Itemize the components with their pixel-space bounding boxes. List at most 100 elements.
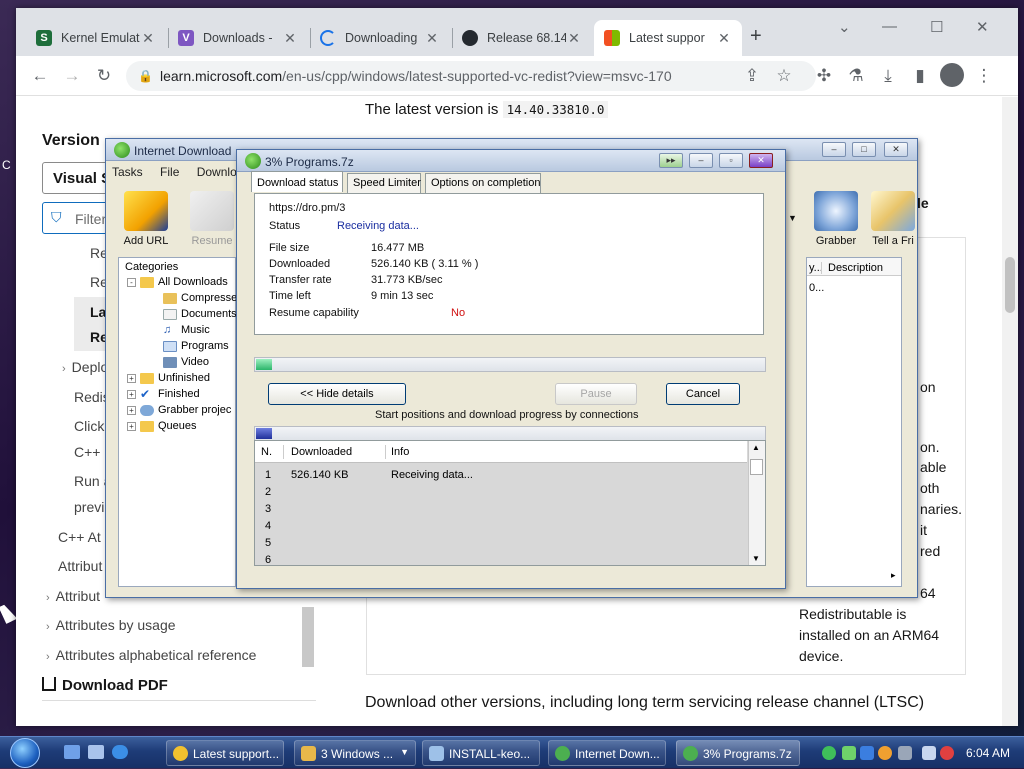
group-dropdown-icon[interactable]: ▼ (400, 747, 409, 757)
side-panel-icon[interactable]: ▮ (908, 64, 932, 88)
category-queues[interactable]: + Queues (127, 420, 197, 432)
back-icon[interactable]: ← (28, 64, 52, 88)
category-music[interactable]: ♫ Music (163, 324, 210, 336)
add-url-button[interactable]: Add URL (116, 191, 176, 247)
grabber-button[interactable]: Grabber (804, 191, 868, 247)
minimize-button[interactable]: — (882, 18, 897, 35)
category-grabber-projects[interactable]: + Grabber projec (127, 404, 231, 416)
column-header-description[interactable]: Description (821, 262, 883, 274)
dialog-title-bar[interactable]: 3% Programs.7z ▸▸ – ▫ ✕ (237, 150, 785, 172)
column-header-n[interactable]: N. (261, 446, 272, 458)
network-tray-icon[interactable] (842, 746, 856, 760)
tab-speed-limiter[interactable]: Speed Limiter (347, 173, 421, 193)
tell-a-friend-button[interactable]: Tell a Fri (868, 191, 918, 247)
scrollbar-thumb[interactable] (1005, 257, 1015, 313)
extensions-icon[interactable]: ✣ (812, 64, 836, 88)
switch-windows-icon[interactable] (88, 745, 104, 759)
column-header-downloaded[interactable]: Downloaded (291, 446, 352, 458)
menu-file[interactable]: File (160, 165, 179, 179)
play-icon[interactable]: ▸▸ (659, 153, 683, 168)
scroll-right-icon[interactable]: ▸ (891, 570, 896, 581)
expand-icon[interactable]: + (127, 373, 136, 383)
close-button[interactable]: ✕ (884, 142, 908, 157)
category-documents[interactable]: Documents (163, 308, 237, 320)
address-bar[interactable]: 🔒 learn.microsoft.com/en-us/cpp/windows/… (126, 61, 816, 91)
menu-icon[interactable]: ⋮ (972, 64, 996, 88)
taskbar-item-progress[interactable]: 3% Programs.7z (676, 740, 800, 766)
restore-button[interactable]: ▫ (719, 153, 743, 168)
column-header-info[interactable]: Info (391, 446, 409, 458)
page-scrollbar[interactable] (1002, 97, 1018, 726)
tab-download-status[interactable]: Download status (251, 171, 343, 192)
show-desktop-icon[interactable] (64, 745, 80, 759)
tab-options-on-completion[interactable]: Options on completion (425, 173, 541, 193)
minimize-button[interactable]: – (689, 153, 713, 168)
nav-item-attributes-usage[interactable]: › Attributes by usage (46, 617, 176, 633)
cancel-button[interactable]: Cancel (666, 383, 740, 405)
taskbar-item-windows-explorer[interactable]: 3 Windows ... ▼ (294, 740, 416, 766)
download-pdf-link[interactable]: Download PDF (42, 677, 168, 694)
nav-item[interactable]: C++ At (58, 529, 101, 545)
resume-button[interactable]: Resume (182, 191, 242, 247)
sidebar-scrollbar[interactable] (302, 607, 314, 667)
hide-details-button[interactable]: << Hide details (268, 383, 406, 405)
maximize-button[interactable]: ☐ (930, 18, 943, 36)
internet-explorer-icon[interactable] (112, 745, 128, 759)
forward-icon[interactable]: → (60, 64, 84, 88)
close-icon[interactable]: ✕ (140, 30, 156, 47)
reload-icon[interactable]: ↻ (92, 64, 116, 88)
security-tray-icon[interactable] (860, 746, 874, 760)
maximize-button[interactable]: □ (852, 142, 876, 157)
expand-icon[interactable]: + (127, 421, 136, 431)
category-all-downloads[interactable]: - All Downloads (127, 276, 228, 288)
minimize-button[interactable]: – (822, 142, 846, 157)
labs-flask-icon[interactable]: ⚗ (844, 64, 868, 88)
category-finished[interactable]: + ✔ Finished (127, 388, 200, 400)
menu-downloads[interactable]: Downlo (197, 165, 237, 179)
nav-item[interactable]: Attribut (58, 558, 102, 574)
scroll-down-icon[interactable]: ▼ (752, 554, 760, 563)
close-icon[interactable]: ✕ (566, 30, 582, 47)
expand-icon[interactable]: + (127, 389, 136, 399)
display-tray-icon[interactable] (922, 746, 936, 760)
tab-kernel-emulator[interactable]: S Kernel Emulat ✕ (26, 20, 166, 56)
idm-tray-icon[interactable] (822, 746, 836, 760)
category-programs[interactable]: Programs (163, 340, 229, 352)
bookmark-star-icon[interactable]: ☆ (772, 64, 796, 88)
nav-item-attributes[interactable]: › Attribut (46, 588, 100, 604)
expand-icon[interactable]: + (127, 405, 136, 415)
downloads-list[interactable]: y... Description 0... ▸ (806, 257, 902, 587)
close-icon[interactable]: ✕ (424, 30, 440, 47)
settings-tray-icon[interactable] (898, 746, 912, 760)
shield-icon[interactable] (878, 746, 892, 760)
tab-search-icon[interactable]: ⌄ (838, 18, 851, 36)
scroll-up-icon[interactable]: ▲ (752, 443, 760, 452)
nav-item-current[interactable]: La (90, 304, 106, 320)
nav-item-deploy[interactable]: › Deplo (62, 359, 108, 375)
close-button[interactable]: ✕ (749, 153, 773, 168)
collapse-icon[interactable]: - (127, 277, 136, 287)
volume-muted-icon[interactable] (940, 746, 954, 760)
close-icon[interactable]: ✕ (282, 30, 298, 47)
profile-avatar[interactable] (940, 63, 964, 87)
taskbar-item-notepad[interactable]: INSTALL-keo... (422, 740, 540, 766)
nav-item[interactable]: previ (74, 499, 104, 515)
taskbar-item-idm[interactable]: Internet Down... (548, 740, 666, 766)
menu-tasks[interactable]: Tasks (112, 165, 143, 179)
new-tab-button[interactable]: + (750, 25, 762, 48)
close-window-button[interactable]: ✕ (976, 18, 989, 36)
category-video[interactable]: Video (163, 356, 209, 368)
share-icon[interactable]: ⇪ (740, 64, 764, 88)
connections-scrollbar[interactable]: ▲ ▼ (748, 441, 765, 565)
nav-item-attributes-alpha[interactable]: › Attributes alphabetical reference (46, 647, 256, 663)
dropdown-arrow-icon[interactable]: ▼ (788, 213, 797, 223)
tab-downloads[interactable]: V Downloads - ✕ (168, 20, 308, 56)
close-icon[interactable]: ✕ (716, 30, 732, 47)
scrollbar-thumb[interactable] (750, 459, 763, 475)
taskbar-item-chrome[interactable]: Latest support... (166, 740, 284, 766)
tab-release[interactable]: Release 68.14 ✕ (452, 20, 592, 56)
nav-item[interactable]: C++ (74, 444, 100, 460)
category-compressed[interactable]: Compresse (163, 292, 237, 304)
tab-downloading[interactable]: Downloading ✕ (310, 20, 450, 56)
download-icon[interactable]: ⤓ (876, 64, 900, 88)
